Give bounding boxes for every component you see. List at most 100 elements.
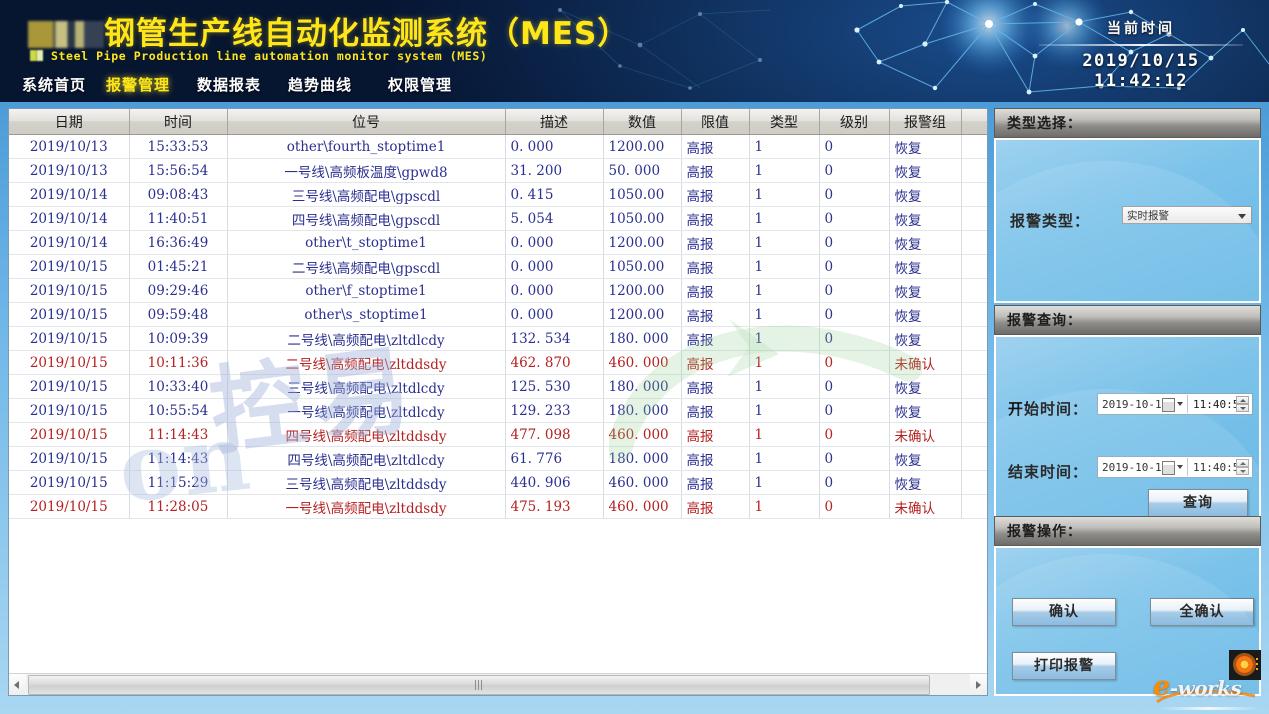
alarm-cell-value: 180. 000	[603, 398, 682, 423]
alarm-cell-limit: 高报	[681, 206, 750, 231]
calendar-icon[interactable]	[1162, 461, 1175, 475]
nav-item-permission-management[interactable]: 权限管理	[388, 74, 452, 95]
alarm-cell-tag: other\fourth_stoptime1	[227, 134, 506, 159]
calendar-icon[interactable]	[1162, 398, 1175, 412]
column-header-level[interactable]: 级别	[819, 109, 890, 135]
end-datetime-field[interactable]: 2019-10-15 11:40:56	[1097, 456, 1253, 478]
end-time-stepper[interactable]	[1236, 459, 1249, 476]
alarm-cell-date: 2019/10/15	[9, 494, 130, 519]
alarm-cell-description: 129. 233	[505, 398, 604, 423]
table-row[interactable]: 2019/10/13 15:56:54 一号线\高频板温度\gpwd8 31. 200…	[9, 158, 987, 183]
chevron-down-icon[interactable]	[1177, 402, 1183, 406]
chevron-down-icon[interactable]	[1177, 465, 1183, 469]
alarm-type-select[interactable]: 实时报警	[1122, 206, 1252, 224]
table-row[interactable]: 2019/10/14 16:36:49 other\t_stoptime1 0. 00…	[9, 230, 987, 255]
table-row[interactable]: 2019/10/14 11:40:51 四号线\高频配电\gpscdl 5. 054 1…	[9, 206, 987, 231]
table-row[interactable]: 2019/10/15 11:28:05 一号线\高频配电\zltddsdy 475. …	[9, 494, 987, 519]
stepper-down-icon[interactable]	[1236, 404, 1249, 412]
alarm-cell-description: 0. 000	[505, 254, 604, 279]
alarm-cell-spacer	[961, 302, 987, 327]
alarm-cell-spacer	[961, 278, 987, 303]
alarm-cell-type: 1	[749, 350, 820, 375]
alarm-cell-date: 2019/10/15	[9, 254, 130, 279]
alarm-table-scroll-region[interactable]: 日期 时间 位号 描述 数值 限值 类型 级别 报警组 2019/10/13 1	[9, 109, 987, 673]
alarm-cell-type: 1	[749, 422, 820, 447]
scrollbar-thumb[interactable]	[28, 675, 930, 695]
type-selection-body: 报警类型： 实时报警	[994, 138, 1261, 303]
column-header-value[interactable]: 数值	[603, 109, 682, 135]
table-row[interactable]: 2019/10/15 10:09:39 二号线\高频配电\zltdlcdy 132. …	[9, 326, 987, 351]
print-alarm-button[interactable]: 打印报警	[1012, 652, 1116, 680]
column-header-alarm-group[interactable]: 报警组	[889, 109, 962, 135]
app-header: 钢管生产线自动化监测系统（MES） Steel Pipe Production …	[0, 0, 1269, 102]
alarm-cell-date: 2019/10/14	[9, 206, 130, 231]
start-time-stepper[interactable]	[1236, 396, 1249, 413]
alarm-cell-date: 2019/10/14	[9, 230, 130, 255]
column-header-time[interactable]: 时间	[129, 109, 228, 135]
table-row[interactable]: 2019/10/15 09:29:46 other\f_stoptime1 0. 00…	[9, 278, 987, 303]
query-button[interactable]: 查询	[1148, 489, 1248, 517]
stepper-down-icon[interactable]	[1236, 467, 1249, 475]
alarm-cell-type: 1	[749, 302, 820, 327]
alarm-cell-time: 11:15:29	[129, 470, 228, 495]
alarm-cell-level: 0	[819, 278, 890, 303]
alarm-cell-level: 0	[819, 374, 890, 399]
alarm-cell-limit: 高报	[681, 326, 750, 351]
alarm-cell-limit: 高报	[681, 254, 750, 279]
column-header-date[interactable]: 日期	[9, 109, 130, 135]
alarm-query-header: 报警查询：	[994, 305, 1261, 335]
table-row[interactable]: 2019/10/14 09:08:43 三号线\高频配电\gpscdl 0. 415 1…	[9, 182, 987, 207]
eworks-logo: e-works	[1153, 650, 1265, 712]
table-row[interactable]: 2019/10/15 01:45:21 二号线\高频配电\gpscdl 0. 000 1…	[9, 254, 987, 279]
alarm-cell-group: 未确认	[889, 350, 962, 375]
nav-item-home[interactable]: 系统首页	[22, 74, 86, 95]
alarm-cell-date: 2019/10/15	[9, 278, 130, 303]
confirm-all-button[interactable]: 全确认	[1150, 598, 1254, 626]
type-selection-section: 类型选择： 报警类型： 实时报警	[994, 108, 1261, 303]
alarm-cell-spacer	[961, 374, 987, 399]
table-row[interactable]: 2019/10/13 15:33:53 other\fourth_stoptime1…	[9, 134, 987, 159]
nav-item-data-report[interactable]: 数据报表	[197, 74, 261, 95]
alarm-cell-tag: 四号线\高频配电\gpscdl	[227, 206, 506, 231]
alarm-cell-spacer	[961, 158, 987, 183]
alarm-cell-group: 恢复	[889, 254, 962, 279]
start-date-value: 2019-10-14	[1102, 398, 1169, 411]
scrollbar-grip-icon	[475, 680, 483, 690]
table-row[interactable]: 2019/10/15 11:14:43 四号线\高频配电\zltddsdy 477. …	[9, 422, 987, 447]
stepper-up-icon[interactable]	[1236, 459, 1249, 467]
alarm-cell-level: 0	[819, 230, 890, 255]
scroll-left-button[interactable]	[9, 674, 26, 695]
scroll-right-button[interactable]	[970, 674, 987, 695]
alarm-cell-date: 2019/10/15	[9, 374, 130, 399]
page-subtitle-text: Steel Pipe Production line automation mo…	[51, 49, 488, 63]
column-header-limit[interactable]: 限值	[681, 109, 750, 135]
table-row[interactable]: 2019/10/15 11:14:43 四号线\高频配电\zltdlcdy 61. 7…	[9, 446, 987, 471]
column-header-type[interactable]: 类型	[749, 109, 820, 135]
alarm-cell-spacer	[961, 254, 987, 279]
alarm-cell-group: 未确认	[889, 494, 962, 519]
alarm-cell-time: 15:33:53	[129, 134, 228, 159]
end-date-value: 2019-10-15	[1102, 461, 1169, 474]
alarm-cell-spacer	[961, 182, 987, 207]
table-row[interactable]: 2019/10/15 11:15:29 三号线\高频配电\zltddsdy 440. …	[9, 470, 987, 495]
stepper-up-icon[interactable]	[1236, 396, 1249, 404]
table-row[interactable]: 2019/10/15 10:11:36 二号线\高频配电\zltddsdy 462. …	[9, 350, 987, 375]
column-header-tag[interactable]: 位号	[227, 109, 506, 135]
confirm-button[interactable]: 确认	[1012, 598, 1116, 626]
table-row[interactable]: 2019/10/15 10:55:54 一号线\高频配电\zltdlcdy 129. …	[9, 398, 987, 423]
nav-item-alarm-management[interactable]: 报警管理	[106, 74, 170, 95]
horizontal-scrollbar[interactable]	[9, 673, 987, 695]
start-datetime-field[interactable]: 2019-10-14 11:40:56	[1097, 393, 1253, 415]
table-row[interactable]: 2019/10/15 10:33:40 三号线\高频配电\zltdlcdy 125. …	[9, 374, 987, 399]
alarm-cell-value: 1200.00	[603, 134, 682, 159]
alarm-cell-value: 50. 000	[603, 158, 682, 183]
table-row[interactable]: 2019/10/15 09:59:48 other\s_stoptime1 0. 00…	[9, 302, 987, 327]
alarm-cell-type: 1	[749, 374, 820, 399]
alarm-cell-tag: 一号线\高频板温度\gpwd8	[227, 158, 506, 183]
alarm-cell-type: 1	[749, 254, 820, 279]
nav-item-trend-curve[interactable]: 趋势曲线	[288, 74, 352, 95]
alarm-cell-description: 125. 530	[505, 374, 604, 399]
column-header-description[interactable]: 描述	[505, 109, 604, 135]
alarm-cell-value: 1200.00	[603, 278, 682, 303]
alarm-cell-limit: 高报	[681, 494, 750, 519]
